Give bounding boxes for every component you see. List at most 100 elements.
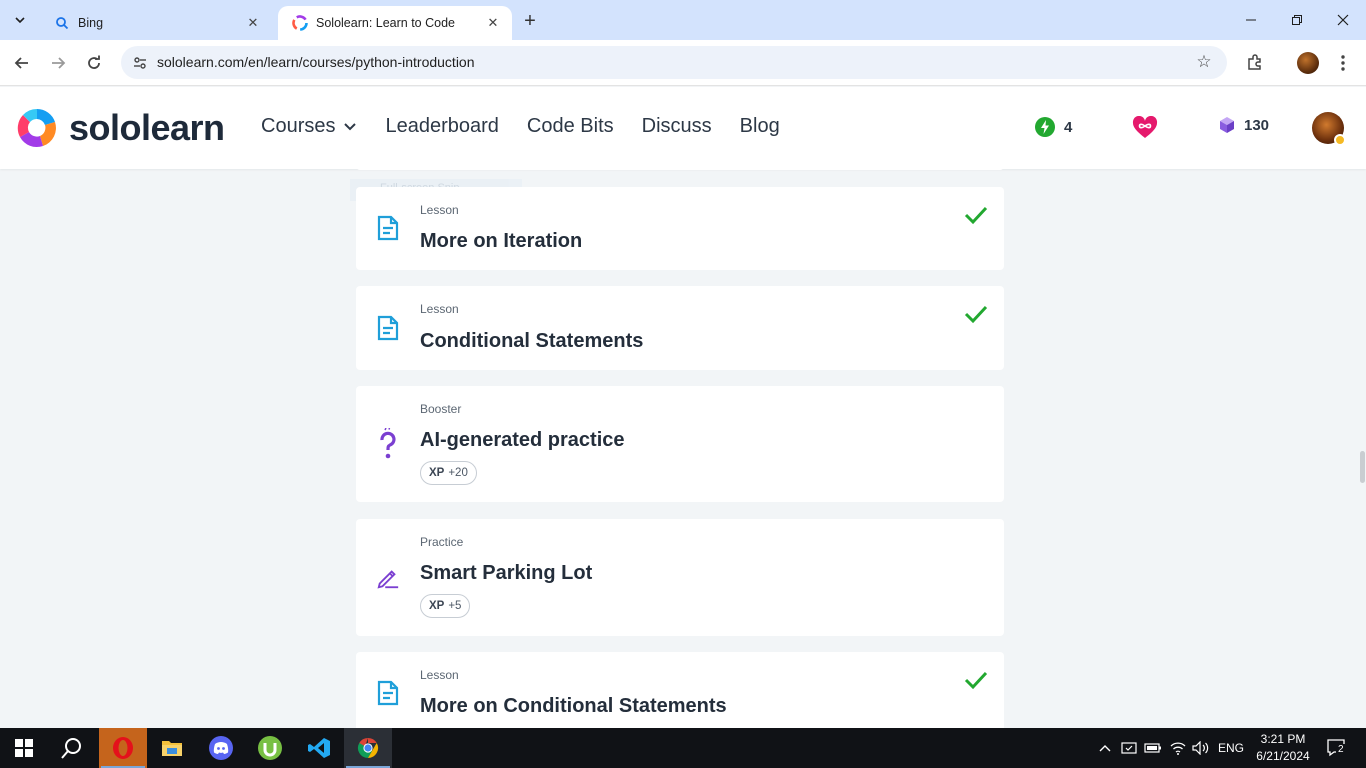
close-icon bbox=[1337, 14, 1349, 26]
opera-icon bbox=[113, 737, 133, 759]
new-tab-button[interactable]: + bbox=[518, 9, 542, 33]
taskbar-search-button[interactable] bbox=[48, 728, 96, 768]
hearts-counter[interactable] bbox=[1132, 116, 1166, 140]
kebab-menu-icon bbox=[1341, 55, 1345, 71]
extensions-button[interactable] bbox=[1241, 49, 1269, 77]
restore-button[interactable] bbox=[1274, 0, 1320, 40]
notification-center-button[interactable]: 2 bbox=[1320, 728, 1354, 768]
search-icon bbox=[54, 15, 70, 31]
tab-bing[interactable]: Bing ✕ bbox=[40, 6, 272, 40]
main-nav: Courses Leaderboard Code Bits Discuss Bl… bbox=[261, 115, 808, 138]
xp-label: XP bbox=[429, 467, 445, 479]
forward-button[interactable] bbox=[44, 49, 72, 77]
lesson-card[interactable]: Lesson More on Iteration bbox=[356, 187, 1004, 270]
card-title: More on Conditional Statements bbox=[420, 695, 727, 717]
sololearn-logo-icon bbox=[17, 108, 56, 148]
taskbar-utorrent[interactable] bbox=[246, 728, 294, 768]
xp-label: XP bbox=[429, 600, 445, 612]
sololearn-favicon-icon bbox=[292, 15, 308, 31]
minimize-button[interactable] bbox=[1228, 0, 1274, 40]
windows-taskbar: ENG 3:21 PM 6/21/2024 2 bbox=[0, 728, 1366, 768]
page-scrollbar-thumb[interactable] bbox=[1360, 451, 1365, 483]
brand-name: sololearn bbox=[69, 107, 225, 148]
back-button[interactable] bbox=[8, 49, 36, 77]
taskbar-discord[interactable] bbox=[197, 728, 245, 768]
cube-icon bbox=[1218, 116, 1236, 134]
card-kind: Lesson bbox=[420, 302, 459, 316]
lesson-card[interactable]: Lesson Conditional Statements bbox=[356, 286, 1004, 370]
taskbar-vscode[interactable] bbox=[295, 728, 343, 768]
nav-courses[interactable]: Courses bbox=[261, 115, 357, 138]
close-window-button[interactable] bbox=[1320, 0, 1366, 40]
clock-date: 6/21/2024 bbox=[1256, 749, 1310, 763]
checkmark-icon bbox=[964, 206, 988, 225]
lesson-icon bbox=[376, 314, 400, 342]
tab-search-button[interactable] bbox=[8, 8, 32, 32]
browser-toolbar: sololearn.com/en/learn/courses/python-in… bbox=[0, 40, 1366, 86]
show-hidden-icons-button[interactable] bbox=[1096, 728, 1114, 768]
start-button[interactable] bbox=[0, 728, 48, 768]
taskbar-opera[interactable] bbox=[99, 728, 147, 768]
tray-language[interactable]: ENG bbox=[1214, 728, 1248, 768]
card-title: Smart Parking Lot bbox=[420, 562, 593, 584]
windows-logo-icon bbox=[15, 739, 33, 757]
level-badge-icon bbox=[1334, 134, 1346, 146]
chrome-icon bbox=[357, 737, 379, 759]
url-text: sololearn.com/en/learn/courses/python-in… bbox=[157, 54, 475, 70]
reload-button[interactable] bbox=[80, 49, 108, 77]
booster-card[interactable]: Booster AI-generated practice XP +20 bbox=[356, 386, 1004, 502]
tray-battery-icon[interactable] bbox=[1143, 728, 1163, 768]
chevron-up-icon bbox=[1099, 745, 1111, 752]
tray-volume-icon[interactable] bbox=[1190, 728, 1212, 768]
user-avatar[interactable] bbox=[1312, 112, 1346, 146]
vscode-icon bbox=[308, 738, 330, 758]
sololearn-logo[interactable]: sololearn bbox=[15, 106, 225, 150]
nav-discuss[interactable]: Discuss bbox=[642, 115, 712, 138]
lightning-icon bbox=[1034, 116, 1056, 138]
tray-defender-icon[interactable] bbox=[1119, 728, 1139, 768]
card-kind: Lesson bbox=[420, 203, 459, 217]
nav-blog[interactable]: Blog bbox=[740, 115, 780, 138]
restore-icon bbox=[1292, 15, 1302, 25]
utorrent-icon bbox=[258, 736, 282, 760]
minimize-icon bbox=[1246, 19, 1256, 21]
nav-courses-label: Courses bbox=[261, 115, 336, 137]
practice-card[interactable]: Practice Smart Parking Lot XP +5 bbox=[356, 519, 1004, 636]
close-icon[interactable]: ✕ bbox=[484, 14, 502, 32]
previous-card-edge bbox=[356, 169, 1004, 170]
puzzle-icon bbox=[1248, 54, 1261, 70]
lesson-icon bbox=[376, 679, 400, 707]
taskbar-clock[interactable]: 3:21 PM 6/21/2024 bbox=[1252, 731, 1314, 765]
taskbar-file-explorer[interactable] bbox=[148, 728, 196, 768]
profile-avatar bbox=[1297, 52, 1319, 74]
clock-time: 3:21 PM bbox=[1260, 732, 1306, 746]
card-title: More on Iteration bbox=[420, 230, 583, 252]
checkmark-icon bbox=[964, 671, 988, 690]
chevron-down-icon bbox=[344, 122, 357, 130]
card-kind: Practice bbox=[420, 535, 464, 549]
nav-leaderboard[interactable]: Leaderboard bbox=[385, 115, 498, 138]
streak-count: 4 bbox=[1064, 118, 1073, 136]
taskbar-chrome[interactable] bbox=[344, 728, 392, 768]
arrow-left-icon bbox=[14, 57, 28, 69]
infinity-heart-icon bbox=[1132, 116, 1158, 140]
bits-count: 130 bbox=[1244, 116, 1270, 134]
close-icon[interactable]: ✕ bbox=[244, 14, 262, 32]
tab-sololearn[interactable]: Sololearn: Learn to Code ✕ bbox=[278, 6, 512, 40]
bookmark-star-icon[interactable]: ☆ bbox=[1193, 51, 1215, 73]
nav-code-bits[interactable]: Code Bits bbox=[527, 115, 614, 138]
chevron-down-icon bbox=[15, 17, 25, 24]
profile-button[interactable] bbox=[1294, 49, 1322, 77]
card-title: Conditional Statements bbox=[420, 330, 644, 352]
address-bar[interactable]: sololearn.com/en/learn/courses/python-in… bbox=[121, 46, 1227, 79]
bits-counter[interactable]: 130 bbox=[1218, 116, 1269, 134]
lesson-card[interactable]: Lesson More on Conditional Statements bbox=[356, 652, 1004, 728]
arrow-right-icon bbox=[52, 57, 66, 69]
streak-counter[interactable]: 4 bbox=[1034, 116, 1072, 138]
site-settings-icon[interactable] bbox=[129, 52, 151, 74]
course-content: Full-screen Snip Lesson More on Iteratio… bbox=[0, 169, 1366, 728]
tray-wifi-icon[interactable] bbox=[1168, 728, 1188, 768]
browser-menu-button[interactable] bbox=[1329, 49, 1357, 77]
discord-icon bbox=[209, 736, 233, 760]
folder-icon bbox=[162, 741, 182, 756]
